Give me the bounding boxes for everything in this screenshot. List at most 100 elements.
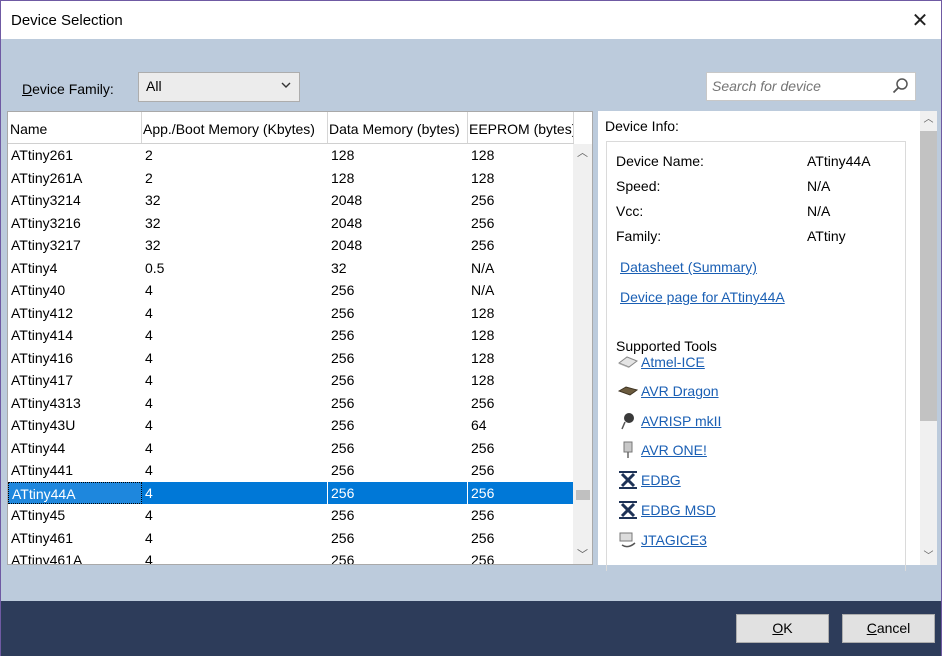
table-row[interactable]: ATtiny261A 2 128 128 — [8, 167, 574, 190]
chevron-down-icon — [281, 81, 291, 92]
cell-data-memory: 256 — [331, 372, 355, 388]
scroll-down-icon[interactable]: ﹀ — [573, 546, 592, 564]
ok-button[interactable]: OK — [736, 614, 829, 643]
cell-data-memory: 2048 — [331, 237, 363, 253]
cell-name: ATtiny414 — [11, 327, 73, 343]
table-row[interactable]: ATtiny4 0.5 32 N/A — [8, 257, 574, 280]
cell-eeprom: 64 — [471, 417, 487, 433]
cell-app-memory: 32 — [145, 192, 161, 208]
table-row[interactable]: ATtiny44 4 256 256 — [8, 437, 574, 460]
scroll-up-icon[interactable]: ︿ — [573, 144, 592, 162]
vcc-value: N/A — [807, 203, 831, 219]
avrisp-icon — [617, 411, 639, 431]
cell-app-memory: 4 — [145, 552, 153, 565]
cell-app-memory: 4 — [145, 349, 153, 366]
cell-eeprom: 128 — [471, 349, 495, 366]
cell-eeprom: 256 — [471, 439, 495, 456]
tool-avr-dragon[interactable]: AVR Dragon — [617, 380, 719, 402]
table-row[interactable]: ATtiny44A 4 256 256 — [8, 481, 574, 504]
cell-name: ATtiny3217 — [11, 237, 81, 253]
table-row[interactable]: ATtiny414 4 256 128 — [8, 324, 574, 347]
search-icon[interactable] — [891, 77, 909, 98]
cell-data-memory: 256 — [331, 304, 355, 321]
speed-value: N/A — [807, 178, 831, 194]
cancel-button[interactable]: Cancel — [842, 614, 935, 643]
table-row[interactable]: ATtiny461 4 256 256 — [8, 527, 574, 550]
table-row[interactable]: ATtiny40 4 256 N/A — [8, 279, 574, 302]
table-row[interactable]: ATtiny45 4 256 256 — [8, 504, 574, 527]
tool-avrisp-mkii[interactable]: AVRISP mkII — [617, 410, 721, 432]
cell-data-memory: 32 — [331, 259, 347, 276]
info-scrollbar[interactable]: ︿ ﹀ — [920, 111, 937, 565]
table-row[interactable]: ATtiny416 4 256 128 — [8, 347, 574, 370]
family-value: ATtiny — [807, 228, 846, 244]
cell-eeprom: N/A — [471, 259, 495, 276]
datasheet-link[interactable]: Datasheet (Summary) — [620, 259, 757, 275]
cell-eeprom: 128 — [471, 304, 495, 321]
cell-name: ATtiny44 — [11, 439, 66, 456]
device-family-value: All — [146, 78, 162, 94]
table-row[interactable]: ATtiny417 4 256 128 — [8, 369, 574, 392]
close-icon[interactable]: ✕ — [905, 6, 935, 34]
cell-app-memory: 4 — [145, 507, 153, 523]
table-row[interactable]: ATtiny412 4 256 128 — [8, 302, 574, 325]
tool-edbg[interactable]: EDBG — [617, 469, 681, 491]
device-grid: Name App./Boot Memory (Kbytes) Data Memo… — [7, 111, 593, 565]
table-row[interactable]: ATtiny4313 4 256 256 — [8, 392, 574, 415]
cell-name: ATtiny261A — [11, 169, 83, 186]
cell-data-memory: 2048 — [331, 214, 363, 231]
cell-data-memory: 256 — [331, 439, 355, 456]
tool-atmel-ice[interactable]: Atmel-ICE — [617, 351, 705, 373]
cell-app-memory: 2 — [145, 169, 153, 186]
cell-eeprom: 128 — [471, 372, 495, 388]
tool-avr-one[interactable]: AVR ONE! — [617, 439, 707, 461]
cell-name: ATtiny44A — [8, 481, 142, 504]
family-label: Family: — [616, 228, 662, 244]
device-page-link[interactable]: Device page for ATtiny44A — [620, 289, 785, 305]
table-row[interactable]: ATtiny3217 32 2048 256 — [8, 234, 574, 257]
info-scroll-up-icon[interactable]: ︿ — [920, 111, 937, 128]
cell-app-memory: 4 — [145, 417, 153, 433]
cell-data-memory: 256 — [331, 507, 355, 523]
device-info-title: Device Info: — [605, 118, 679, 134]
cell-name: ATtiny416 — [11, 349, 73, 366]
info-scroll-thumb[interactable] — [920, 131, 937, 421]
title-bar: Device Selection ✕ — [1, 1, 941, 39]
cell-name: ATtiny3214 — [11, 192, 81, 208]
cell-app-memory: 2 — [145, 147, 153, 163]
tool-jtagice3[interactable]: JTAGICE3 — [617, 529, 707, 551]
info-scroll-down-icon[interactable]: ﹀ — [920, 548, 937, 565]
column-header-data-memory[interactable]: Data Memory (bytes) — [328, 112, 468, 143]
table-row[interactable]: ATtiny43U 4 256 64 — [8, 414, 574, 437]
cell-name: ATtiny461A — [11, 552, 83, 565]
scroll-thumb[interactable] — [576, 490, 590, 500]
column-header-name[interactable]: Name — [8, 112, 142, 143]
cell-data-memory: 2048 — [331, 192, 363, 208]
table-row[interactable]: ATtiny3216 32 2048 256 — [8, 212, 574, 235]
table-row[interactable]: ATtiny461A 4 256 256 — [8, 549, 574, 565]
cell-app-memory: 4 — [145, 462, 153, 478]
column-header-eeprom[interactable]: EEPROM (bytes) — [468, 112, 574, 143]
cell-eeprom: 256 — [471, 192, 495, 208]
tool-edbg-msd[interactable]: EDBG MSD — [617, 499, 716, 521]
table-row[interactable]: ATtiny441 4 256 256 — [8, 459, 574, 482]
cell-app-memory: 4 — [145, 372, 153, 388]
cell-data-memory: 256 — [331, 394, 355, 411]
table-row[interactable]: ATtiny261 2 128 128 — [8, 144, 574, 167]
cell-eeprom: 256 — [471, 462, 495, 478]
grid-scrollbar[interactable]: ︿ ﹀ — [573, 144, 592, 564]
cell-app-memory: 4 — [145, 282, 153, 298]
search-box[interactable] — [706, 72, 916, 101]
column-header-app-memory[interactable]: App./Boot Memory (Kbytes) — [142, 112, 328, 143]
device-name-label: Device Name: — [616, 153, 704, 169]
grid-header: Name App./Boot Memory (Kbytes) Data Memo… — [8, 112, 574, 144]
cell-name: ATtiny40 — [11, 282, 66, 298]
device-info-panel: Device Info: Device Name: ATtiny44A Spee… — [598, 111, 937, 571]
cell-app-memory: 4 — [145, 439, 153, 456]
cell-name: ATtiny4 — [11, 259, 58, 276]
table-row[interactable]: ATtiny3214 32 2048 256 — [8, 189, 574, 212]
device-family-select[interactable]: All — [138, 72, 300, 102]
search-input[interactable] — [707, 73, 883, 99]
cell-data-memory: 256 — [331, 552, 355, 565]
edbg-icon — [617, 470, 639, 490]
